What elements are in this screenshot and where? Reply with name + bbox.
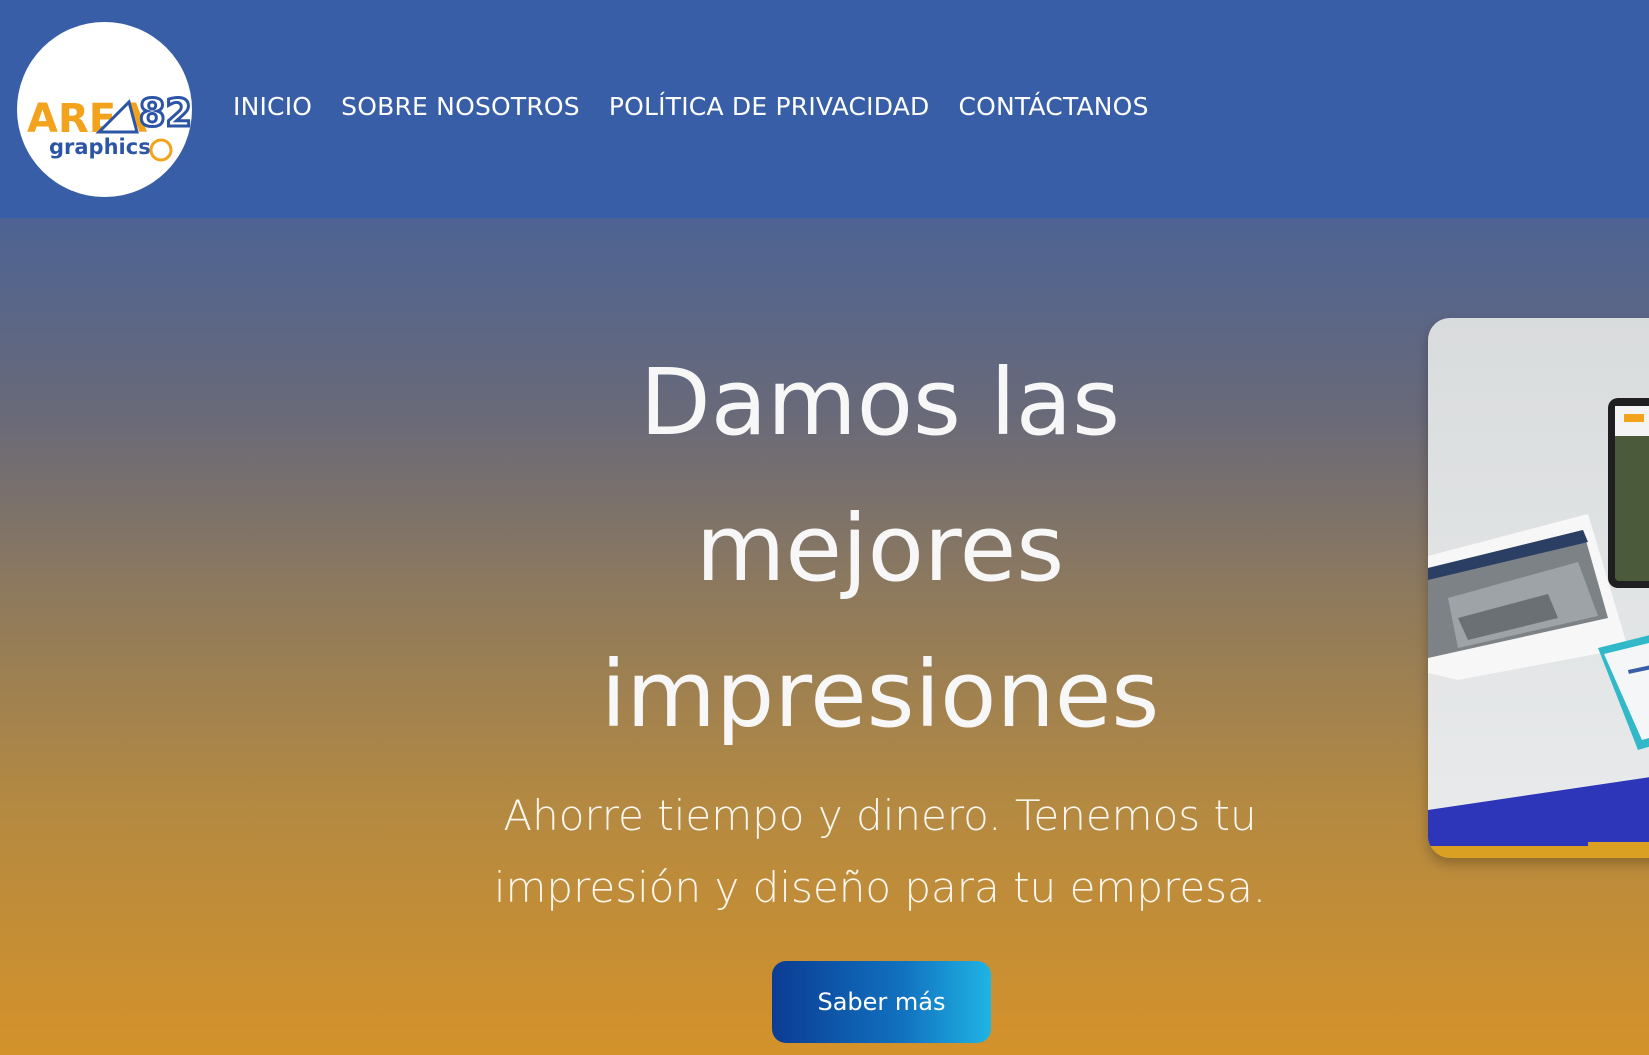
logo-text-num: 82 (139, 91, 192, 135)
hero-title-line-3: impresiones (600, 641, 1160, 748)
hero-subtitle-line-1: Ahorre tiempo y dinero. Tenemos tu (503, 791, 1257, 840)
logo-text-sub: graphics (49, 135, 151, 159)
site-logo[interactable]: AREA 82 graphics (17, 22, 192, 197)
page: AREA 82 graphics INICIO SOBRE NOSOTROS P… (0, 0, 1649, 1055)
main-nav: INICIO SOBRE NOSOTROS POLÍTICA DE PRIVAC… (233, 88, 1149, 126)
saber-mas-button[interactable]: Saber más (772, 961, 991, 1043)
site-header: AREA 82 graphics INICIO SOBRE NOSOTROS P… (0, 0, 1649, 218)
nav-item-politica-privacidad[interactable]: POLÍTICA DE PRIVACIDAD (609, 88, 930, 126)
nav-item-contactanos[interactable]: CONTÁCTANOS (958, 88, 1148, 126)
nav-item-sobre-nosotros[interactable]: SOBRE NOSOTROS (341, 88, 580, 126)
hero-title-line-1: Damos las (639, 349, 1121, 456)
nav-item-inicio[interactable]: INICIO (233, 88, 312, 126)
hero-title: Damos las mejores impresiones (430, 330, 1330, 768)
logo-graphic: AREA 82 graphics (27, 90, 192, 162)
logo-loop (149, 138, 173, 162)
mockup-graphic (1428, 318, 1649, 858)
hero-title-line-2: mejores (695, 495, 1065, 602)
hero-subtitle-line-2: impresión y diseño para tu empresa. (493, 863, 1267, 912)
laptop-shape (1608, 398, 1649, 588)
hero-subtitle: Ahorre tiempo y dinero. Tenemos tu impre… (430, 780, 1330, 924)
hero-mockup-image (1428, 318, 1649, 858)
